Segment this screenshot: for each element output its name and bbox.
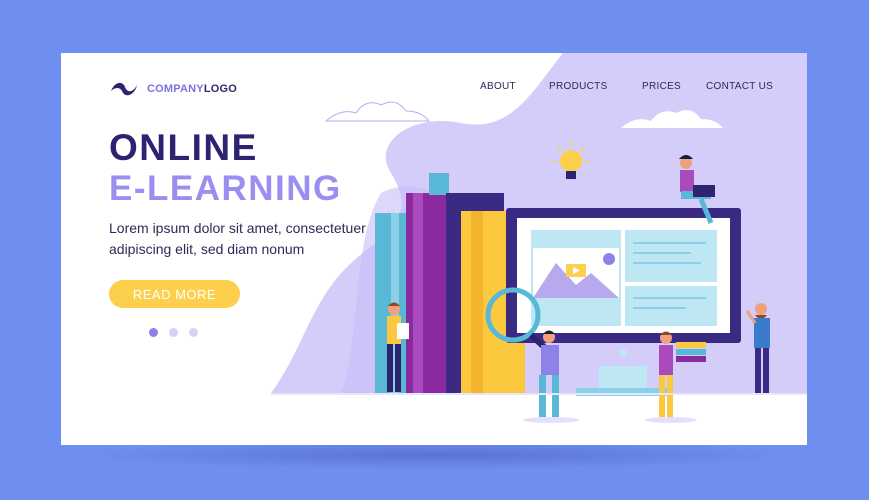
person-books [645,331,706,423]
cloud-icon [324,101,431,122]
lightbulb-icon [553,141,589,179]
video-play-icon [566,264,586,277]
person-pointing [745,303,770,393]
cloud-icon [621,110,723,128]
e-learning-illustration [271,101,807,423]
person-search [523,330,579,423]
landing-card: COMPANYLOGO ABOUT PRODUCTS PRICES CONTAC… [61,53,807,445]
